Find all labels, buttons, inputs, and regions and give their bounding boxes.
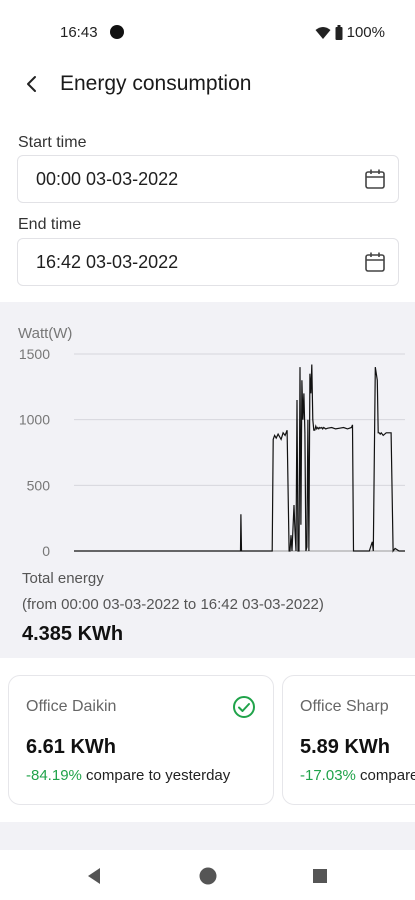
status-time: 16:43 (60, 24, 98, 41)
device-name: Office Daikin (26, 698, 117, 715)
device-compare: -84.19% compare to yesterday (26, 767, 230, 784)
calendar-icon[interactable] (364, 168, 386, 190)
chart-grid (74, 353, 405, 552)
wifi-icon (315, 26, 331, 39)
square-recents-icon (313, 869, 327, 883)
calendar-icon[interactable] (364, 251, 386, 273)
app-header: Energy consumption (0, 64, 415, 104)
y-tick-label: 1000 (19, 412, 50, 428)
y-tick-label: 0 (42, 543, 50, 559)
circle-home-icon (199, 867, 217, 885)
battery-icon (335, 25, 343, 40)
y-ticks: 1500 1000 500 0 (19, 346, 50, 559)
device-energy-value: 5.89 KWh (300, 736, 391, 758)
nav-recents-button[interactable] (308, 864, 332, 888)
chart-panel: Watt(W) 1500 1000 500 0 Total energy (from … (0, 302, 415, 658)
back-button[interactable] (18, 68, 46, 100)
compare-text: compare to yesterday (81, 767, 231, 784)
status-bar: 16:43 100% (0, 0, 415, 64)
total-energy-range: (from 00:00 03-03-2022 to 16:42 03-03-20… (22, 596, 324, 613)
start-time-field[interactable]: 00:00 03-03-2022 (17, 155, 399, 203)
device-compare: -17.03% compare to yesterday (300, 767, 415, 784)
y-tick-label: 1500 (19, 346, 50, 362)
device-name: Office Sharp (300, 698, 389, 715)
nav-back-button[interactable] (82, 864, 106, 888)
y-axis-label: Watt(W) (18, 325, 72, 342)
compare-percent: -84.19% (26, 767, 82, 784)
start-time-value: 00:00 03-03-2022 (36, 169, 179, 189)
compare-text: compare to yesterday (360, 767, 415, 784)
total-energy-value: 4.385 KWh (22, 623, 124, 645)
device-cards: Office Daikin 6.61 KWh -84.19% compare t… (0, 658, 415, 822)
triangle-back-icon (88, 868, 100, 884)
energy-chart: Watt(W) 1500 1000 500 0 (18, 325, 405, 559)
compare-percent: -17.03% (300, 767, 356, 784)
page-title: Energy consumption (60, 72, 252, 95)
series-line (74, 364, 405, 553)
device-card-sharp[interactable]: Office Sharp 5.89 KWh -17.03% compare to… (282, 675, 415, 805)
total-energy-label: Total energy (22, 570, 104, 587)
nav-home-button[interactable] (196, 864, 220, 888)
start-time-label: Start time (18, 134, 87, 151)
chevron-left-icon (27, 76, 36, 92)
end-time-value: 16:42 03-03-2022 (36, 252, 179, 272)
end-time-label: End time (18, 216, 82, 233)
status-icons: 100% (315, 24, 385, 41)
end-time-field[interactable]: 16:42 03-03-2022 (17, 238, 399, 286)
check-circle-icon (233, 696, 255, 718)
y-tick-label: 500 (27, 477, 51, 493)
device-energy-value: 6.61 KWh (26, 736, 117, 758)
battery-percent: 100% (346, 24, 385, 41)
footer-band (0, 822, 415, 850)
system-nav-bar (0, 850, 415, 900)
device-card-daikin[interactable]: Office Daikin 6.61 KWh -84.19% compare t… (8, 675, 274, 805)
notification-dot-icon (110, 25, 124, 39)
